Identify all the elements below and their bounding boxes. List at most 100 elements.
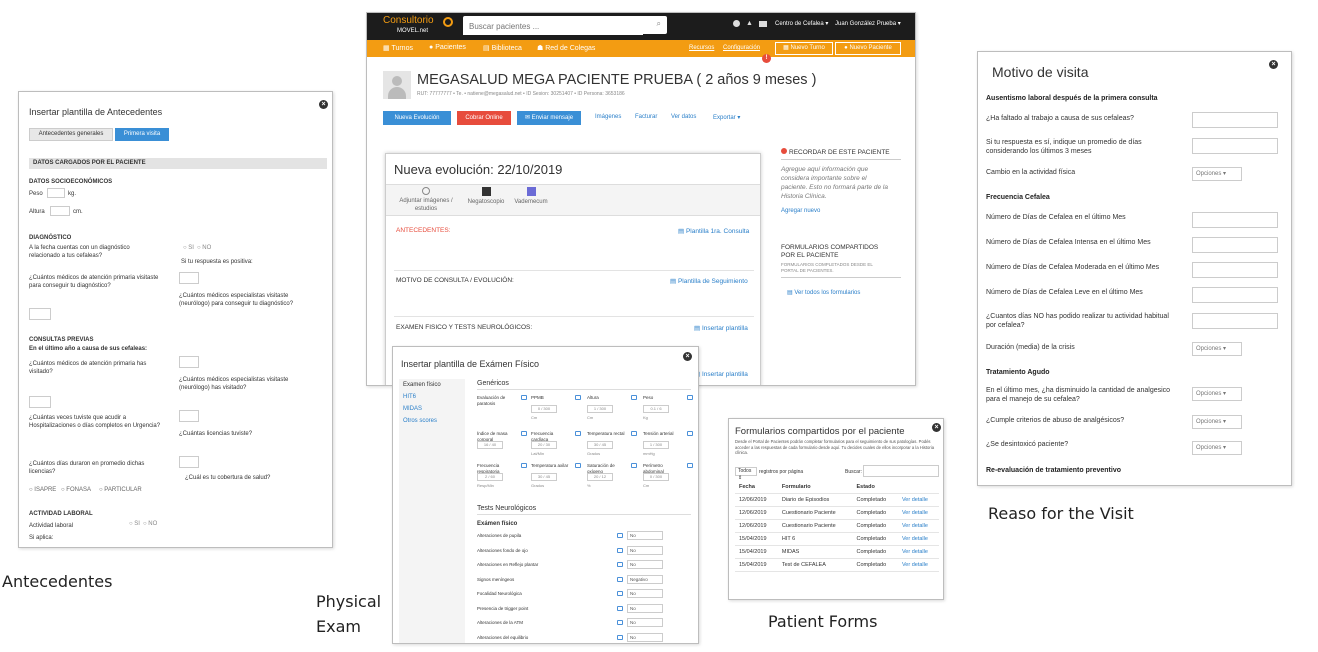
laboral-no-radio[interactable]: ○ NO bbox=[143, 520, 157, 528]
link-ver-datos[interactable]: Ver datos bbox=[671, 114, 696, 120]
edit-icon[interactable] bbox=[617, 576, 623, 582]
nav-red-colegas[interactable]: ☗ Red de Colegas bbox=[537, 44, 595, 52]
motivo-q1-input[interactable] bbox=[1192, 112, 1278, 128]
center-dropdown[interactable]: Centro de Cefalea ▾ bbox=[775, 20, 828, 27]
cobertura-fonasa[interactable]: ○ FONASA bbox=[61, 486, 91, 494]
close-icon[interactable]: × bbox=[1269, 60, 1278, 69]
tab-antecedentes-generales[interactable]: Antecedentes generales bbox=[29, 128, 113, 141]
insertar-plantilla-link[interactable]: ▤ Insertar plantilla bbox=[694, 324, 748, 332]
edit-icon[interactable] bbox=[631, 395, 637, 400]
diag-si-radio[interactable]: ○ SI bbox=[183, 244, 194, 252]
exam-field-input[interactable]: 2 / 60 bbox=[477, 473, 503, 481]
show-select[interactable]: Todos ⇕ bbox=[735, 467, 757, 481]
tool-adjuntar[interactable]: Adjuntar imágenes / estudios bbox=[392, 187, 460, 213]
plantilla-1ra-link[interactable]: ▤ Plantilla 1ra. Consulta bbox=[678, 227, 749, 235]
nuevo-turno-button[interactable]: ▦ Nuevo Turno bbox=[775, 42, 833, 55]
exam-field-input[interactable]: 1 / 300 bbox=[643, 441, 669, 449]
side-examen-fisico[interactable]: Examen físico bbox=[403, 381, 441, 389]
exam-field-input[interactable]: 20 / 30 bbox=[531, 441, 557, 449]
diag-no-radio[interactable]: ○ NO bbox=[197, 244, 211, 252]
close-icon[interactable]: × bbox=[683, 352, 692, 361]
edit-icon[interactable] bbox=[631, 431, 637, 436]
enviar-mensaje-button[interactable]: ✉ Enviar mensaje bbox=[517, 111, 581, 125]
cq1-input[interactable] bbox=[179, 356, 199, 368]
diag-q3-input[interactable] bbox=[29, 308, 51, 320]
nav-pacientes[interactable]: ● Pacientes bbox=[429, 44, 466, 51]
exam-field-input[interactable]: 16 / 40 bbox=[477, 441, 503, 449]
edit-icon[interactable] bbox=[575, 463, 581, 468]
edit-icon[interactable] bbox=[617, 533, 623, 538]
ver-detalle-link[interactable]: Ver detalle bbox=[897, 519, 939, 533]
tool-vademecum[interactable]: Vademecum bbox=[510, 187, 552, 206]
motivo-q3-select[interactable]: Opciones ▾ bbox=[1192, 167, 1242, 181]
exam-field-input[interactable]: 20 / 12 bbox=[587, 473, 613, 481]
motivo-q11-select[interactable]: Opciones ▾ bbox=[1192, 415, 1242, 429]
ver-todos-link[interactable]: ▤ Ver todos los formularios bbox=[787, 289, 860, 296]
neuro-test-select[interactable]: Negativo bbox=[627, 574, 663, 584]
side-otros-scores[interactable]: Otros scores bbox=[403, 417, 437, 425]
app-logo[interactable]: Consultorio MOVEL.net bbox=[383, 16, 453, 36]
user-dropdown[interactable]: Juan González Prueba ▾ bbox=[835, 20, 901, 27]
neuro-test-select[interactable]: No bbox=[627, 618, 663, 627]
ver-detalle-link[interactable]: Ver detalle bbox=[897, 506, 939, 520]
exam-field-input[interactable]: 30 / 45 bbox=[587, 441, 613, 449]
agregar-nuevo-link[interactable]: Agregar nuevo bbox=[781, 208, 820, 214]
cq5-input[interactable] bbox=[179, 456, 199, 468]
cobertura-isapre[interactable]: ○ ISAPRE bbox=[29, 486, 56, 494]
nav-biblioteca[interactable]: ▤ Biblioteca bbox=[483, 44, 522, 52]
edit-icon[interactable] bbox=[617, 562, 623, 567]
help-icon[interactable] bbox=[733, 20, 740, 27]
peso-input[interactable] bbox=[47, 188, 65, 198]
edit-icon[interactable] bbox=[575, 395, 581, 400]
edit-icon[interactable] bbox=[687, 463, 693, 468]
ver-detalle-link[interactable]: Ver detalle bbox=[897, 545, 939, 559]
nav-configuracion[interactable]: Configuración bbox=[723, 45, 760, 51]
motivo-q2-input[interactable] bbox=[1192, 138, 1278, 154]
diag-q2-input[interactable] bbox=[179, 272, 199, 284]
side-hit6[interactable]: HIT6 bbox=[403, 393, 416, 401]
edit-icon[interactable] bbox=[521, 463, 527, 468]
motivo-q5-input[interactable] bbox=[1192, 237, 1278, 253]
neuro-test-select[interactable]: No bbox=[627, 560, 663, 569]
laboral-si-radio[interactable]: ○ SI bbox=[129, 520, 140, 528]
edit-icon[interactable] bbox=[521, 395, 527, 400]
bell-icon[interactable]: ▲ bbox=[746, 20, 753, 27]
search-icon[interactable]: ⌕ bbox=[657, 19, 661, 29]
exam-field-input[interactable]: 0 / 300 bbox=[531, 405, 557, 413]
link-imagenes[interactable]: Imágenes bbox=[595, 114, 621, 120]
ver-detalle-link[interactable]: Ver detalle bbox=[897, 558, 939, 572]
neuro-test-select[interactable]: No bbox=[627, 545, 663, 555]
neuro-test-select[interactable]: No bbox=[627, 589, 663, 598]
close-icon[interactable]: × bbox=[932, 423, 941, 432]
edit-icon[interactable] bbox=[687, 431, 693, 436]
insertar-plantilla-link-2[interactable]: ▤ Insertar plantilla bbox=[694, 370, 748, 378]
forms-search-input[interactable] bbox=[863, 465, 939, 477]
motivo-q9-select[interactable]: Opciones ▾ bbox=[1192, 342, 1242, 356]
motivo-q8-input[interactable] bbox=[1192, 313, 1278, 329]
altura-input[interactable] bbox=[50, 206, 70, 216]
edit-icon[interactable] bbox=[617, 605, 623, 611]
ver-detalle-link[interactable]: Ver detalle bbox=[897, 532, 939, 546]
tab-primera-visita[interactable]: Primera visita bbox=[115, 128, 169, 141]
motivo-q7-input[interactable] bbox=[1192, 287, 1278, 303]
motivo-q4-input[interactable] bbox=[1192, 212, 1278, 228]
nueva-evolucion-button[interactable]: Nueva Evolución bbox=[383, 111, 451, 125]
patient-search[interactable]: ⌕ bbox=[463, 16, 667, 35]
exam-field-input[interactable]: 1 / 300 bbox=[587, 405, 613, 413]
nuevo-paciente-button[interactable]: ● Nuevo Paciente bbox=[835, 42, 901, 55]
edit-icon[interactable] bbox=[617, 591, 623, 596]
neuro-test-select[interactable]: No bbox=[627, 632, 663, 642]
side-midas[interactable]: MIDAS bbox=[403, 405, 422, 413]
ver-detalle-link[interactable]: Ver detalle bbox=[897, 493, 939, 507]
exam-field-input[interactable]: 30 / 45 bbox=[531, 473, 557, 481]
cobrar-online-button[interactable]: Cobrar Online bbox=[457, 111, 511, 125]
motivo-q12-select[interactable]: Opciones ▾ bbox=[1192, 441, 1242, 455]
edit-icon[interactable] bbox=[575, 431, 581, 436]
edit-icon[interactable] bbox=[617, 620, 623, 625]
edit-icon[interactable] bbox=[631, 463, 637, 468]
neuro-test-select[interactable]: No bbox=[627, 531, 663, 540]
close-icon[interactable]: × bbox=[319, 100, 328, 109]
edit-icon[interactable] bbox=[521, 431, 527, 436]
cobertura-particular[interactable]: ○ PARTICULAR bbox=[99, 486, 142, 494]
col-formulario[interactable]: Formulario bbox=[777, 481, 853, 494]
